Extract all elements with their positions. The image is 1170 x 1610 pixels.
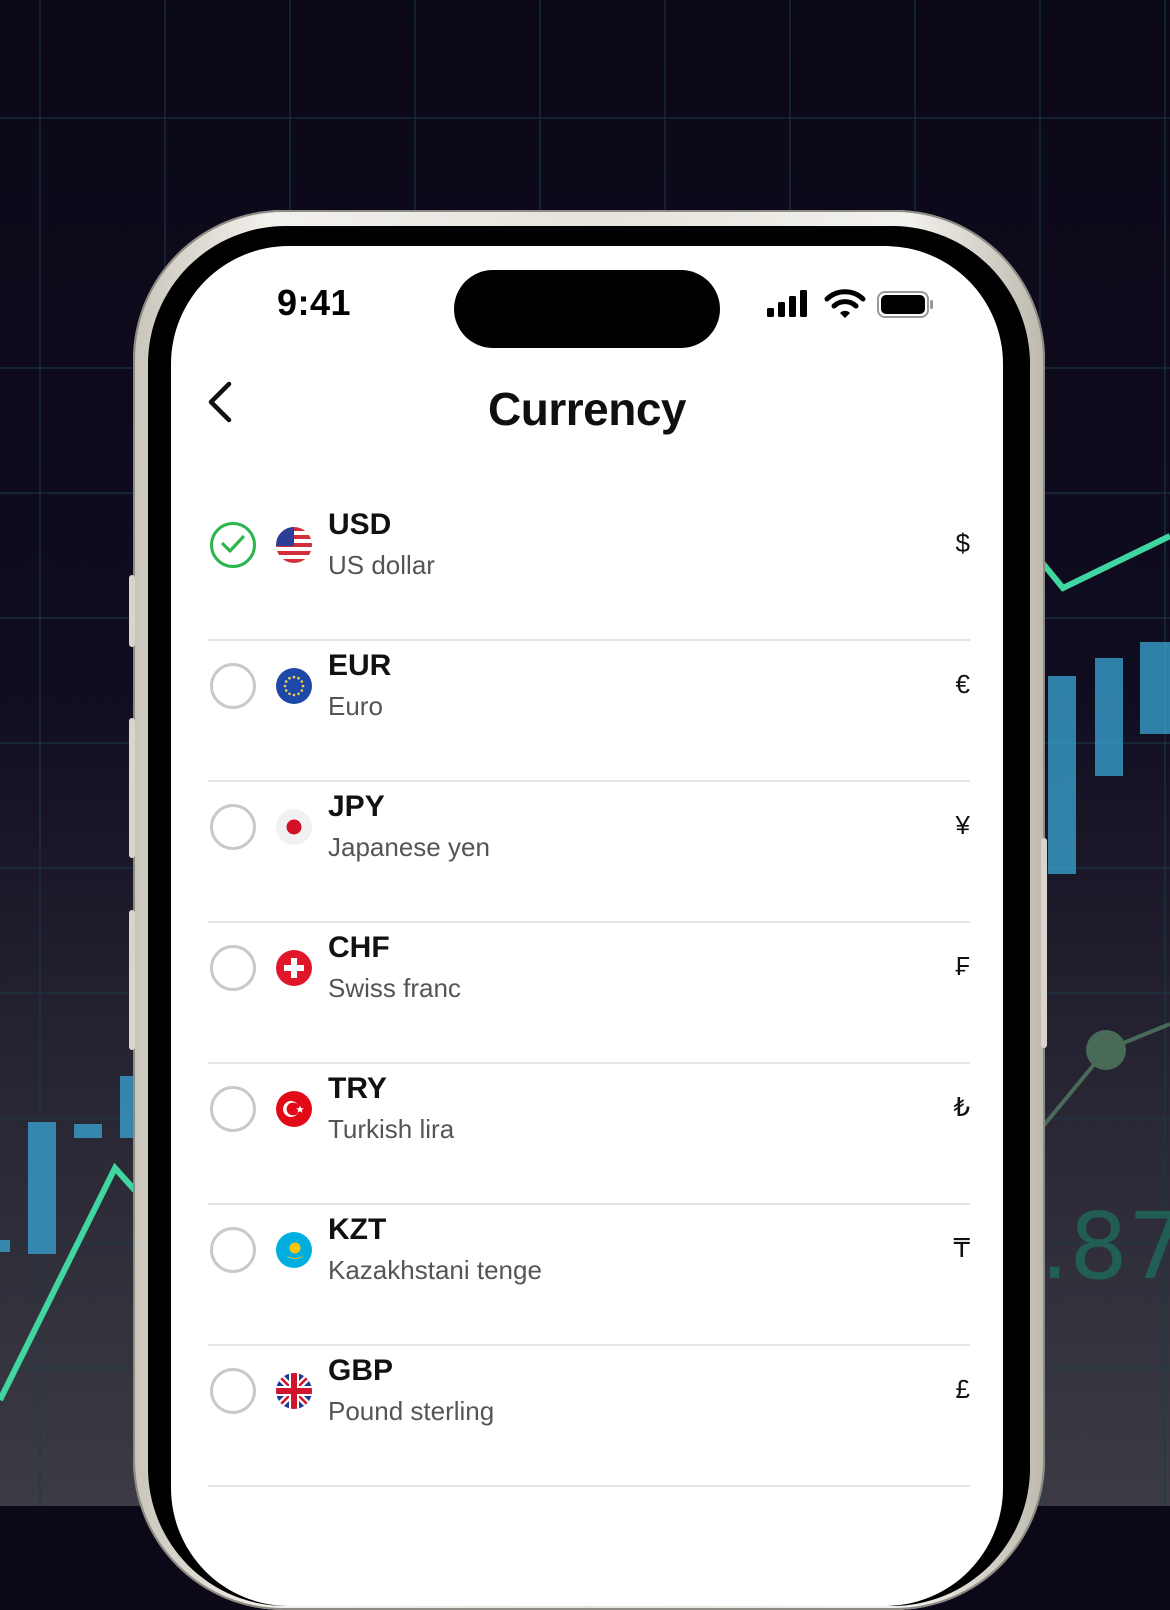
currency-symbol: $ <box>955 528 970 558</box>
flag-us-icon <box>276 527 312 563</box>
currency-code: TRY <box>328 1072 387 1105</box>
flag-jp-icon <box>276 809 312 845</box>
wifi-icon <box>824 289 866 318</box>
phone-volume-up-button <box>129 718 135 858</box>
currency-row-jpy[interactable]: JPY Japanese yen ¥ <box>208 782 970 923</box>
currency-row-usd[interactable]: USD US dollar $ <box>208 500 970 641</box>
flag-gb-icon <box>276 1373 312 1409</box>
radio-selected[interactable] <box>210 522 256 568</box>
phone-action-button <box>129 575 135 647</box>
radio-unselected[interactable] <box>210 1368 256 1414</box>
currency-code: KZT <box>328 1213 387 1246</box>
radio-unselected[interactable] <box>210 1086 256 1132</box>
currency-name: US dollar <box>328 550 435 580</box>
radio-unselected[interactable] <box>210 663 256 709</box>
flag-ch-icon <box>276 950 312 986</box>
currency-row-eur[interactable]: EUR Euro € <box>208 641 970 782</box>
currency-name: Japanese yen <box>328 832 490 862</box>
page-title: Currency <box>488 383 686 435</box>
currency-name: Swiss franc <box>328 973 461 1003</box>
currency-symbol: € <box>955 669 970 699</box>
currency-name: Euro <box>328 691 383 721</box>
dynamic-island <box>454 270 720 348</box>
currency-code: GBP <box>328 1354 394 1387</box>
flag-kz-icon <box>276 1232 312 1268</box>
radio-unselected[interactable] <box>210 804 256 850</box>
status-time: 9:41 <box>277 282 352 323</box>
currency-symbol: ₸ <box>953 1233 970 1263</box>
signal-icon <box>767 290 807 317</box>
currency-name: Kazakhstani tenge <box>328 1255 542 1285</box>
status-icons <box>767 289 933 318</box>
currency-symbol: ₣ <box>955 951 970 981</box>
checkmark-icon <box>221 535 245 553</box>
radio-unselected[interactable] <box>210 945 256 991</box>
currency-list: USD US dollar $ EUR Euro € JPY Japanese … <box>208 500 970 1487</box>
currency-code: USD <box>328 508 392 541</box>
currency-row-chf[interactable]: CHF Swiss franc ₣ <box>208 923 970 1064</box>
currency-code: JPY <box>328 790 385 823</box>
phone-side-button <box>1041 838 1047 1048</box>
phone-screen: 9:41 Currency USD US dollar $ EUR Euro €… <box>171 246 1003 1606</box>
phone-volume-down-button <box>129 910 135 1050</box>
currency-code: CHF <box>328 931 390 964</box>
currency-row-kzt[interactable]: KZT Kazakhstani tenge ₸ <box>208 1205 970 1346</box>
currency-symbol: ¥ <box>955 810 970 840</box>
flag-eu-icon <box>276 668 312 704</box>
currency-row-try[interactable]: TRY Turkish lira ₺ <box>208 1064 970 1205</box>
radio-unselected[interactable] <box>210 1227 256 1273</box>
currency-name: Turkish lira <box>328 1114 455 1144</box>
currency-row-gbp[interactable]: GBP Pound sterling £ <box>208 1346 970 1487</box>
currency-code: EUR <box>328 649 392 682</box>
svg-text:.87: .87 <box>1040 1193 1170 1300</box>
currency-symbol: £ <box>955 1374 970 1404</box>
flag-tr-icon <box>276 1091 312 1127</box>
currency-symbol: ₺ <box>953 1092 970 1122</box>
battery-icon <box>877 291 933 318</box>
currency-name: Pound sterling <box>328 1396 495 1426</box>
